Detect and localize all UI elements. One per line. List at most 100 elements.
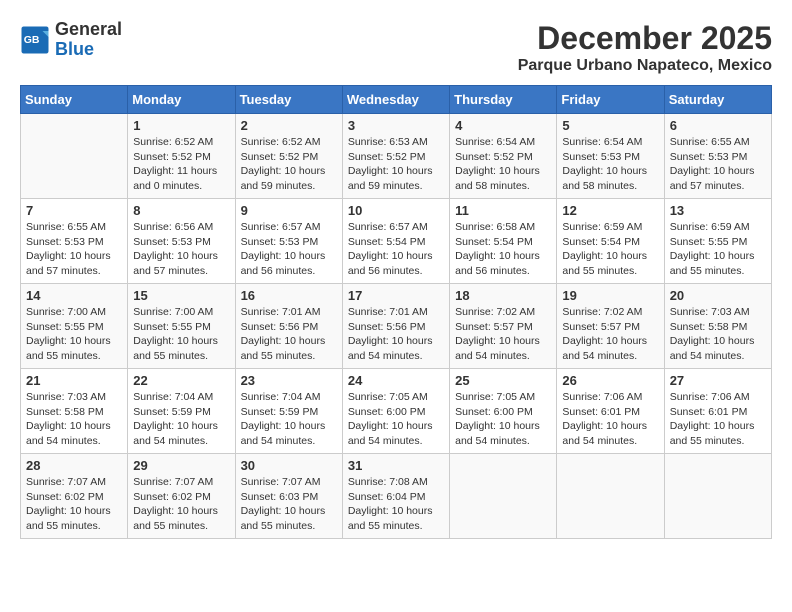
title-area: December 2025 Parque Urbano Napateco, Me… (518, 20, 772, 75)
day-number: 30 (241, 458, 337, 473)
day-info: Sunrise: 7:01 AM Sunset: 5:56 PM Dayligh… (241, 305, 337, 364)
day-number: 20 (670, 288, 766, 303)
header-monday: Monday (128, 86, 235, 114)
day-info: Sunrise: 7:00 AM Sunset: 5:55 PM Dayligh… (26, 305, 122, 364)
day-number: 7 (26, 203, 122, 218)
logo-blue: Blue (55, 40, 122, 60)
calendar-cell: 20 Sunrise: 7:03 AM Sunset: 5:58 PM Dayli… (664, 284, 771, 369)
calendar-header-row: SundayMondayTuesdayWednesdayThursdayFrid… (21, 86, 772, 114)
day-number: 28 (26, 458, 122, 473)
calendar-cell: 21Sunrise: 7:03 AM Sunset: 5:58 PM Dayli… (21, 369, 128, 454)
calendar-cell: 12Sunrise: 6:59 AM Sunset: 5:54 PM Dayli… (557, 199, 664, 284)
calendar-cell: 29Sunrise: 7:07 AM Sunset: 6:02 PM Dayli… (128, 454, 235, 539)
day-number: 31 (348, 458, 444, 473)
month-title: December 2025 (518, 20, 772, 57)
calendar-cell: 23 Sunrise: 7:04 AM Sunset: 5:59 PM Dayli… (235, 369, 342, 454)
calendar-cell: 1 Sunrise: 6:52 AM Sunset: 5:52 PM Daylig… (128, 114, 235, 199)
day-number: 27 (670, 373, 766, 388)
calendar-cell: 17 Sunrise: 7:01 AM Sunset: 5:56 PM Dayli… (342, 284, 449, 369)
day-number: 14 (26, 288, 122, 303)
calendar-cell: 8Sunrise: 6:56 AM Sunset: 5:53 PM Daylig… (128, 199, 235, 284)
svg-text:GB: GB (24, 34, 40, 46)
calendar-cell (664, 454, 771, 539)
day-number: 23 (241, 373, 337, 388)
day-info: Sunrise: 6:58 AM Sunset: 5:54 PM Dayligh… (455, 220, 551, 279)
calendar-cell: 10 Sunrise: 6:57 AM Sunset: 5:54 PM Dayli… (342, 199, 449, 284)
day-info: Sunrise: 7:08 AM Sunset: 6:04 PM Dayligh… (348, 475, 444, 534)
calendar-cell: 13 Sunrise: 6:59 AM Sunset: 5:55 PM Dayli… (664, 199, 771, 284)
location-title: Parque Urbano Napateco, Mexico (518, 57, 772, 75)
day-number: 24 (348, 373, 444, 388)
day-info: Sunrise: 7:00 AM Sunset: 5:55 PM Dayligh… (133, 305, 229, 364)
day-number: 18 (455, 288, 551, 303)
day-info: Sunrise: 7:02 AM Sunset: 5:57 PM Dayligh… (562, 305, 658, 364)
day-info: Sunrise: 7:02 AM Sunset: 5:57 PM Dayligh… (455, 305, 551, 364)
day-number: 2 (241, 118, 337, 133)
calendar-cell: 2 Sunrise: 6:52 AM Sunset: 5:52 PM Daylig… (235, 114, 342, 199)
day-number: 26 (562, 373, 658, 388)
day-number: 6 (670, 118, 766, 133)
day-number: 13 (670, 203, 766, 218)
day-info: Sunrise: 7:03 AM Sunset: 5:58 PM Dayligh… (670, 305, 766, 364)
day-info: Sunrise: 7:06 AM Sunset: 6:01 PM Dayligh… (562, 390, 658, 449)
day-number: 3 (348, 118, 444, 133)
calendar-cell: 27 Sunrise: 7:06 AM Sunset: 6:01 PM Dayli… (664, 369, 771, 454)
calendar-cell: 6 Sunrise: 6:55 AM Sunset: 5:53 PM Daylig… (664, 114, 771, 199)
calendar-week-row: 28 Sunrise: 7:07 AM Sunset: 6:02 PM Dayli… (21, 454, 772, 539)
header-wednesday: Wednesday (342, 86, 449, 114)
day-info: Sunrise: 6:54 AM Sunset: 5:53 PM Dayligh… (562, 135, 658, 194)
calendar-cell: 4 Sunrise: 6:54 AM Sunset: 5:52 PM Daylig… (450, 114, 557, 199)
day-number: 21 (26, 373, 122, 388)
day-info: Sunrise: 6:55 AM Sunset: 5:53 PM Dayligh… (670, 135, 766, 194)
day-number: 22 (133, 373, 229, 388)
calendar-cell (450, 454, 557, 539)
calendar-cell: 14 Sunrise: 7:00 AM Sunset: 5:55 PM Dayli… (21, 284, 128, 369)
day-number: 1 (133, 118, 229, 133)
page-header: GB General Blue December 2025 Parque Urb… (20, 20, 772, 75)
day-number: 15 (133, 288, 229, 303)
calendar-cell (21, 114, 128, 199)
header-saturday: Saturday (664, 86, 771, 114)
header-tuesday: Tuesday (235, 86, 342, 114)
day-info: Sunrise: 7:05 AM Sunset: 6:00 PM Dayligh… (455, 390, 551, 449)
calendar-week-row: 21Sunrise: 7:03 AM Sunset: 5:58 PM Dayli… (21, 369, 772, 454)
day-info: Sunrise: 6:57 AM Sunset: 5:54 PM Dayligh… (348, 220, 444, 279)
day-info: Sunrise: 6:52 AM Sunset: 5:52 PM Dayligh… (241, 135, 337, 194)
day-info: Sunrise: 7:07 AM Sunset: 6:02 PM Dayligh… (26, 475, 122, 534)
calendar-cell: 22Sunrise: 7:04 AM Sunset: 5:59 PM Dayli… (128, 369, 235, 454)
calendar-week-row: 1 Sunrise: 6:52 AM Sunset: 5:52 PM Daylig… (21, 114, 772, 199)
day-number: 16 (241, 288, 337, 303)
day-info: Sunrise: 7:04 AM Sunset: 5:59 PM Dayligh… (241, 390, 337, 449)
day-info: Sunrise: 6:59 AM Sunset: 5:54 PM Dayligh… (562, 220, 658, 279)
day-number: 19 (562, 288, 658, 303)
day-info: Sunrise: 7:07 AM Sunset: 6:02 PM Dayligh… (133, 475, 229, 534)
day-number: 10 (348, 203, 444, 218)
day-info: Sunrise: 6:54 AM Sunset: 5:52 PM Dayligh… (455, 135, 551, 194)
calendar-cell: 26 Sunrise: 7:06 AM Sunset: 6:01 PM Dayli… (557, 369, 664, 454)
day-info: Sunrise: 6:56 AM Sunset: 5:53 PM Dayligh… (133, 220, 229, 279)
day-number: 25 (455, 373, 551, 388)
calendar-cell: 19 Sunrise: 7:02 AM Sunset: 5:57 PM Dayli… (557, 284, 664, 369)
day-info: Sunrise: 6:59 AM Sunset: 5:55 PM Dayligh… (670, 220, 766, 279)
header-sunday: Sunday (21, 86, 128, 114)
calendar-week-row: 7 Sunrise: 6:55 AM Sunset: 5:53 PM Daylig… (21, 199, 772, 284)
day-number: 4 (455, 118, 551, 133)
calendar-cell: 15 Sunrise: 7:00 AM Sunset: 5:55 PM Dayli… (128, 284, 235, 369)
day-number: 5 (562, 118, 658, 133)
calendar-week-row: 14 Sunrise: 7:00 AM Sunset: 5:55 PM Dayli… (21, 284, 772, 369)
calendar-cell: 28 Sunrise: 7:07 AM Sunset: 6:02 PM Dayli… (21, 454, 128, 539)
day-info: Sunrise: 6:53 AM Sunset: 5:52 PM Dayligh… (348, 135, 444, 194)
day-info: Sunrise: 6:52 AM Sunset: 5:52 PM Dayligh… (133, 135, 229, 194)
day-info: Sunrise: 6:55 AM Sunset: 5:53 PM Dayligh… (26, 220, 122, 279)
calendar-cell: 31 Sunrise: 7:08 AM Sunset: 6:04 PM Dayli… (342, 454, 449, 539)
day-number: 17 (348, 288, 444, 303)
logo-text: General Blue (55, 20, 122, 60)
logo: GB General Blue (20, 20, 122, 60)
calendar-cell: 18 Sunrise: 7:02 AM Sunset: 5:57 PM Dayli… (450, 284, 557, 369)
header-friday: Friday (557, 86, 664, 114)
day-info: Sunrise: 7:01 AM Sunset: 5:56 PM Dayligh… (348, 305, 444, 364)
calendar-cell: 3 Sunrise: 6:53 AM Sunset: 5:52 PM Daylig… (342, 114, 449, 199)
day-info: Sunrise: 7:06 AM Sunset: 6:01 PM Dayligh… (670, 390, 766, 449)
day-number: 9 (241, 203, 337, 218)
header-thursday: Thursday (450, 86, 557, 114)
